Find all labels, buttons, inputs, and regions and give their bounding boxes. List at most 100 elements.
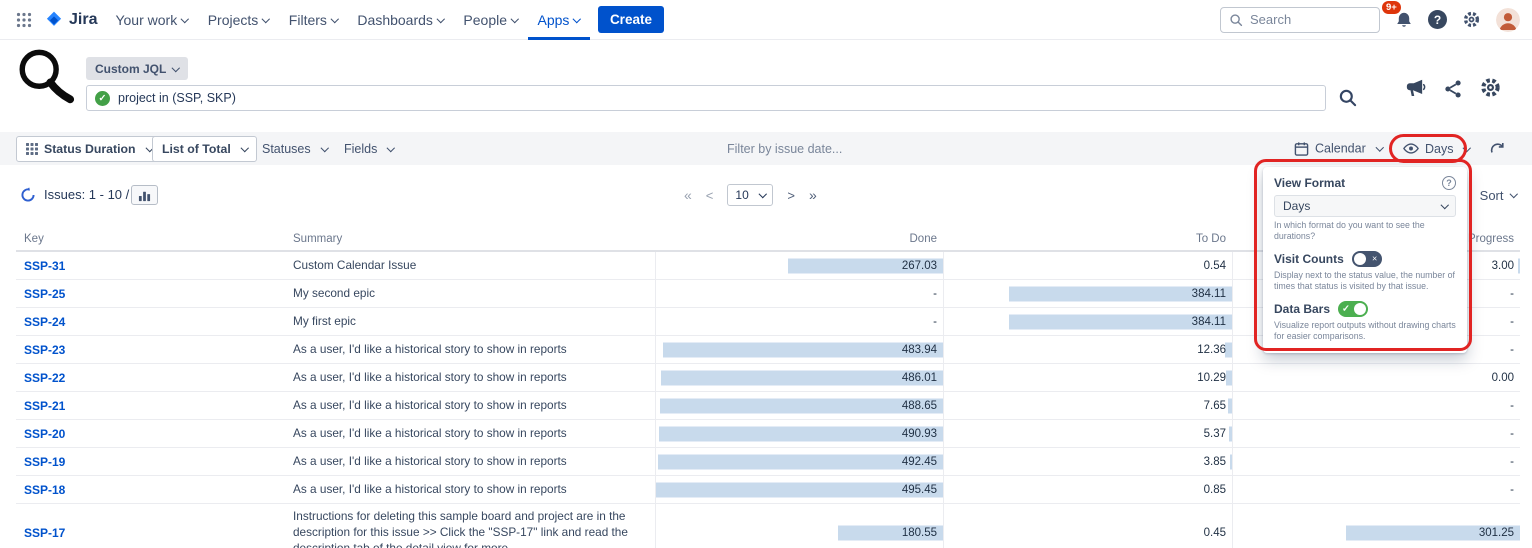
key-cell: SSP-21 (16, 392, 285, 419)
jira-logo[interactable]: Jira (44, 10, 97, 30)
eye-icon (1403, 143, 1419, 154)
nav-item-apps[interactable]: Apps (528, 0, 590, 40)
chevron-down-icon (1440, 201, 1448, 209)
column-header-summary[interactable]: Summary (285, 230, 655, 250)
jql-search-button[interactable] (1338, 88, 1357, 107)
duration-value: 384.11 (1192, 316, 1226, 328)
duration-value: 3.00 (1492, 260, 1514, 272)
fields-dropdown[interactable]: Fields (344, 142, 394, 156)
chevron-down-icon (387, 144, 395, 152)
jql-mode-dropdown[interactable]: Custom JQL (86, 57, 188, 80)
nav-item-label: People (463, 12, 507, 28)
view-format-dropdown[interactable]: Days (1403, 142, 1470, 156)
in-progress-duration-cell: - (1232, 448, 1520, 475)
issue-key-link[interactable]: SSP-17 (24, 526, 65, 540)
summary-cell: My first epic (285, 308, 655, 335)
table-row: SSP-17Instructions for deleting this sam… (16, 504, 1520, 548)
summary-cell: As a user, I'd like a historical story t… (285, 392, 655, 419)
visit-counts-toggle[interactable]: × (1352, 251, 1382, 267)
nav-item-people[interactable]: People (453, 0, 527, 40)
page-size-value: 10 (735, 188, 748, 202)
duration-value: 0.00 (1492, 372, 1514, 384)
pagination: « < 10 > » (684, 178, 817, 212)
toggle-knob (1354, 303, 1366, 315)
issue-key-link[interactable]: SSP-18 (24, 483, 65, 497)
data-bars-toggle[interactable]: ✓ (1338, 301, 1368, 317)
done-duration-cell: 488.65 (655, 392, 943, 419)
column-header-done[interactable]: Done (655, 230, 943, 250)
issue-key-link[interactable]: SSP-31 (24, 259, 65, 273)
user-avatar[interactable] (1496, 8, 1520, 32)
create-button[interactable]: Create (598, 6, 664, 33)
issue-key-link[interactable]: SSP-19 (24, 455, 65, 469)
issue-key-link[interactable]: SSP-22 (24, 371, 65, 385)
announcement-icon[interactable] (1404, 77, 1426, 99)
sort-dropdown[interactable]: Sort (1480, 178, 1516, 212)
nav-item-filters[interactable]: Filters (279, 0, 348, 40)
summary-text: As a user, I'd like a historical story t… (293, 370, 567, 386)
column-header-key[interactable]: Key (16, 230, 285, 250)
issue-key-link[interactable]: SSP-24 (24, 315, 65, 329)
chevron-down-icon (511, 15, 519, 23)
fields-label: Fields (344, 142, 377, 156)
aggregation-button[interactable]: List of Total (152, 136, 257, 162)
calendar-label: Calendar (1315, 142, 1366, 156)
summary-cell: As a user, I'd like a historical story t… (285, 364, 655, 391)
nav-item-your-work[interactable]: Your work (105, 0, 197, 40)
previous-page-button[interactable]: < (706, 188, 714, 203)
jql-query-input[interactable] (118, 91, 1317, 105)
app-switcher-icon[interactable] (12, 8, 36, 32)
to-do-duration-cell: 0.54 (943, 252, 1232, 279)
summary-text: As a user, I'd like a historical story t… (293, 482, 567, 498)
duration-value: 3.85 (1204, 456, 1226, 468)
sync-icon[interactable] (1489, 140, 1506, 157)
page-size-select[interactable]: 10 (727, 184, 773, 206)
settings-gear-icon[interactable] (1462, 10, 1481, 29)
data-bar (660, 398, 943, 413)
global-search-input[interactable] (1250, 12, 1371, 27)
issue-key-link[interactable]: SSP-20 (24, 427, 65, 441)
in-progress-duration-cell: - (1232, 392, 1520, 419)
brand-name: Jira (69, 11, 97, 29)
chevron-down-icon (181, 15, 189, 23)
to-do-duration-cell: 12.36 (943, 336, 1232, 363)
view-format-help-icon[interactable]: ? (1442, 176, 1456, 190)
notifications-bell-icon[interactable]: 9+ (1395, 11, 1413, 29)
nav-item-projects[interactable]: Projects (198, 0, 279, 40)
nav-item-label: Projects (208, 12, 259, 28)
report-type-button[interactable]: Status Duration (16, 136, 162, 162)
last-page-button[interactable]: » (809, 187, 817, 203)
duration-value: 384.11 (1192, 288, 1226, 300)
column-header-to-do[interactable]: To Do (943, 230, 1232, 250)
table-row: SSP-22 As a user, I'd like a historical s… (16, 364, 1520, 392)
duration-value: 490.93 (902, 428, 937, 440)
issue-key-link[interactable]: SSP-21 (24, 399, 65, 413)
chart-view-button[interactable] (131, 185, 158, 205)
statuses-dropdown[interactable]: Statuses (262, 142, 327, 156)
data-bar (659, 426, 943, 441)
to-do-duration-cell: 5.37 (943, 420, 1232, 447)
summary-text: As a user, I'd like a historical story t… (293, 426, 567, 442)
calendar-dropdown[interactable]: Calendar (1294, 141, 1382, 156)
help-icon[interactable]: ? (1428, 10, 1447, 29)
nav-item-dashboards[interactable]: Dashboards (347, 0, 453, 40)
first-page-button[interactable]: « (684, 187, 692, 203)
summary-text: Custom Calendar Issue (293, 258, 416, 274)
share-icon[interactable] (1443, 79, 1463, 99)
issue-key-link[interactable]: SSP-23 (24, 343, 65, 357)
duration-value: - (1510, 288, 1514, 300)
issue-key-link[interactable]: SSP-25 (24, 287, 65, 301)
next-page-button[interactable]: > (787, 188, 795, 203)
data-bar (658, 454, 943, 469)
report-settings-gear-icon[interactable] (1479, 76, 1502, 99)
refresh-icon[interactable] (20, 187, 36, 203)
view-format-select[interactable]: Days (1274, 195, 1456, 217)
nav-item-label: Dashboards (357, 12, 433, 28)
visit-counts-label: Visit Counts (1274, 252, 1344, 266)
issue-date-filter-input[interactable] (727, 142, 947, 156)
primary-nav: Your work Projects Filters Dashboards People… (105, 0, 589, 40)
aggregation-label: List of Total (162, 142, 231, 156)
global-search[interactable] (1220, 7, 1380, 33)
to-do-duration-cell: 0.85 (943, 476, 1232, 503)
duration-value: 495.45 (902, 484, 937, 496)
